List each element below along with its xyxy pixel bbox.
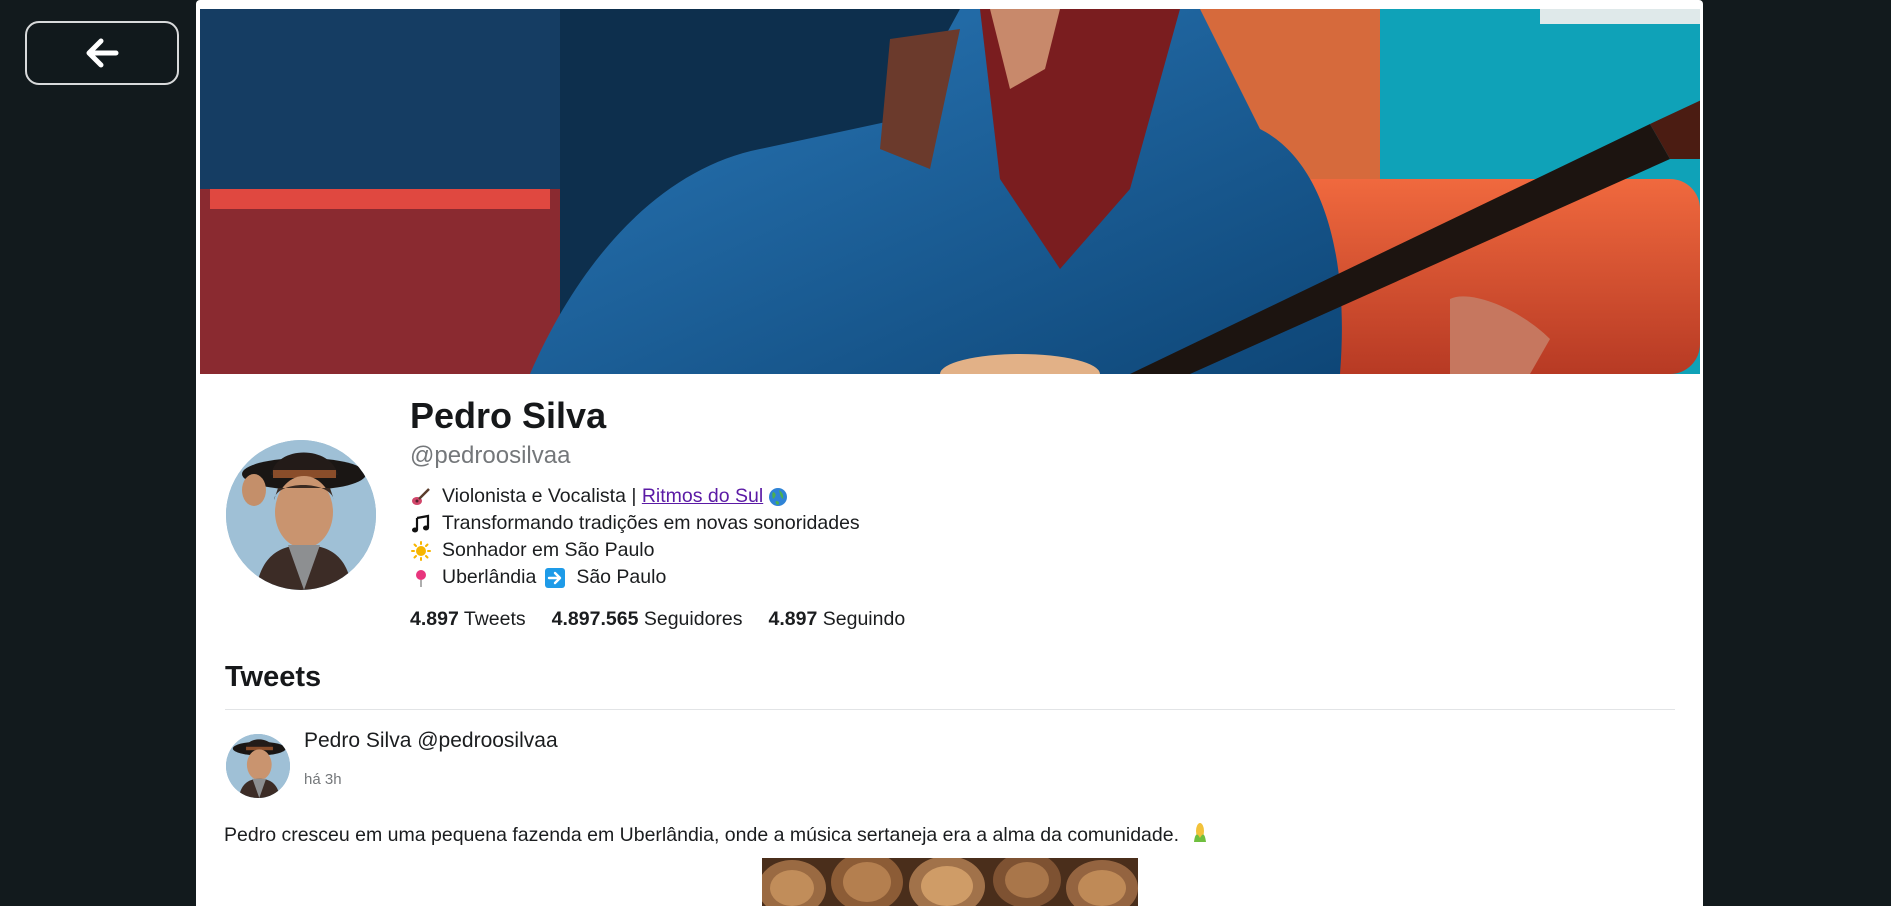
back-button[interactable] <box>25 21 179 85</box>
bio-line: Transformando tradições em novas sonorid… <box>410 510 860 537</box>
tweet-author[interactable]: Pedro Silva @pedroosilvaa <box>304 729 558 753</box>
music-note-emoji-icon <box>410 513 432 535</box>
following-count[interactable]: 4.897 Seguindo <box>769 608 906 631</box>
arrow-left-icon <box>86 38 119 68</box>
tweet-text: Pedro cresceu em uma pequena fazenda em … <box>224 822 1210 850</box>
bio-text: Transformando tradições em novas sonorid… <box>442 512 860 534</box>
globe-emoji-icon <box>767 486 789 508</box>
followers-count[interactable]: 4.897.565 Seguidores <box>552 608 743 631</box>
corn-emoji-icon <box>1190 822 1210 850</box>
ritmos-do-sul-link[interactable]: Ritmos do Sul <box>642 483 763 510</box>
profile-stats: 4.897 Tweets 4.897.565 Seguidores 4.897 … <box>410 608 905 631</box>
tweet-image[interactable] <box>762 858 1138 906</box>
profile-page: Pedro Silva @pedroosilvaa Violonista e V… <box>196 0 1703 906</box>
bio-text: Violonista e Vocalista | <box>442 485 637 507</box>
tweet-timestamp: há 3h <box>304 771 342 788</box>
bio-line: Sonhador em São Paulo <box>410 537 860 564</box>
bio-line: Uberlândia São Paulo <box>410 564 860 591</box>
right-arrow-emoji-icon <box>544 567 566 589</box>
sun-emoji-icon <box>410 540 432 562</box>
bio-line: Violonista e Vocalista | Ritmos do Sul <box>410 483 860 510</box>
profile-name: Pedro Silva <box>410 395 607 436</box>
profile-bio: Violonista e Vocalista | Ritmos do Sul T… <box>410 483 860 591</box>
bio-text: São Paulo <box>576 566 667 588</box>
guitar-emoji-icon <box>410 486 432 508</box>
tweets-count[interactable]: 4.897 Tweets <box>410 608 526 631</box>
pin-emoji-icon <box>410 567 432 589</box>
tweets-section-title: Tweets <box>225 661 322 693</box>
profile-avatar[interactable] <box>226 440 376 590</box>
section-divider <box>225 709 1675 710</box>
profile-banner <box>200 9 1700 374</box>
profile-handle: @pedroosilvaa <box>410 442 571 469</box>
bio-text: Uberlândia <box>442 566 537 588</box>
bio-text: Sonhador em São Paulo <box>442 539 655 561</box>
tweet-author-avatar[interactable] <box>226 734 290 798</box>
